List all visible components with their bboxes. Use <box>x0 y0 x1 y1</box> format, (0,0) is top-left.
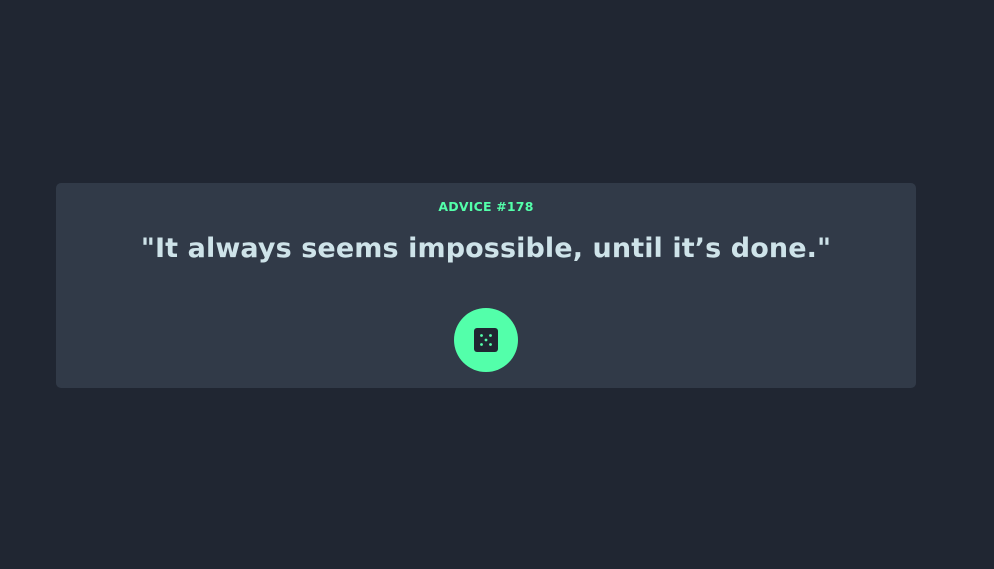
dice-icon <box>474 328 498 352</box>
advice-id-label: ADVICE #178 <box>438 199 534 214</box>
generate-advice-button[interactable] <box>454 308 518 372</box>
advice-quote: "It always seems impossible, until it’s … <box>140 233 832 264</box>
advice-card: ADVICE #178 "It always seems impossible,… <box>56 183 916 388</box>
